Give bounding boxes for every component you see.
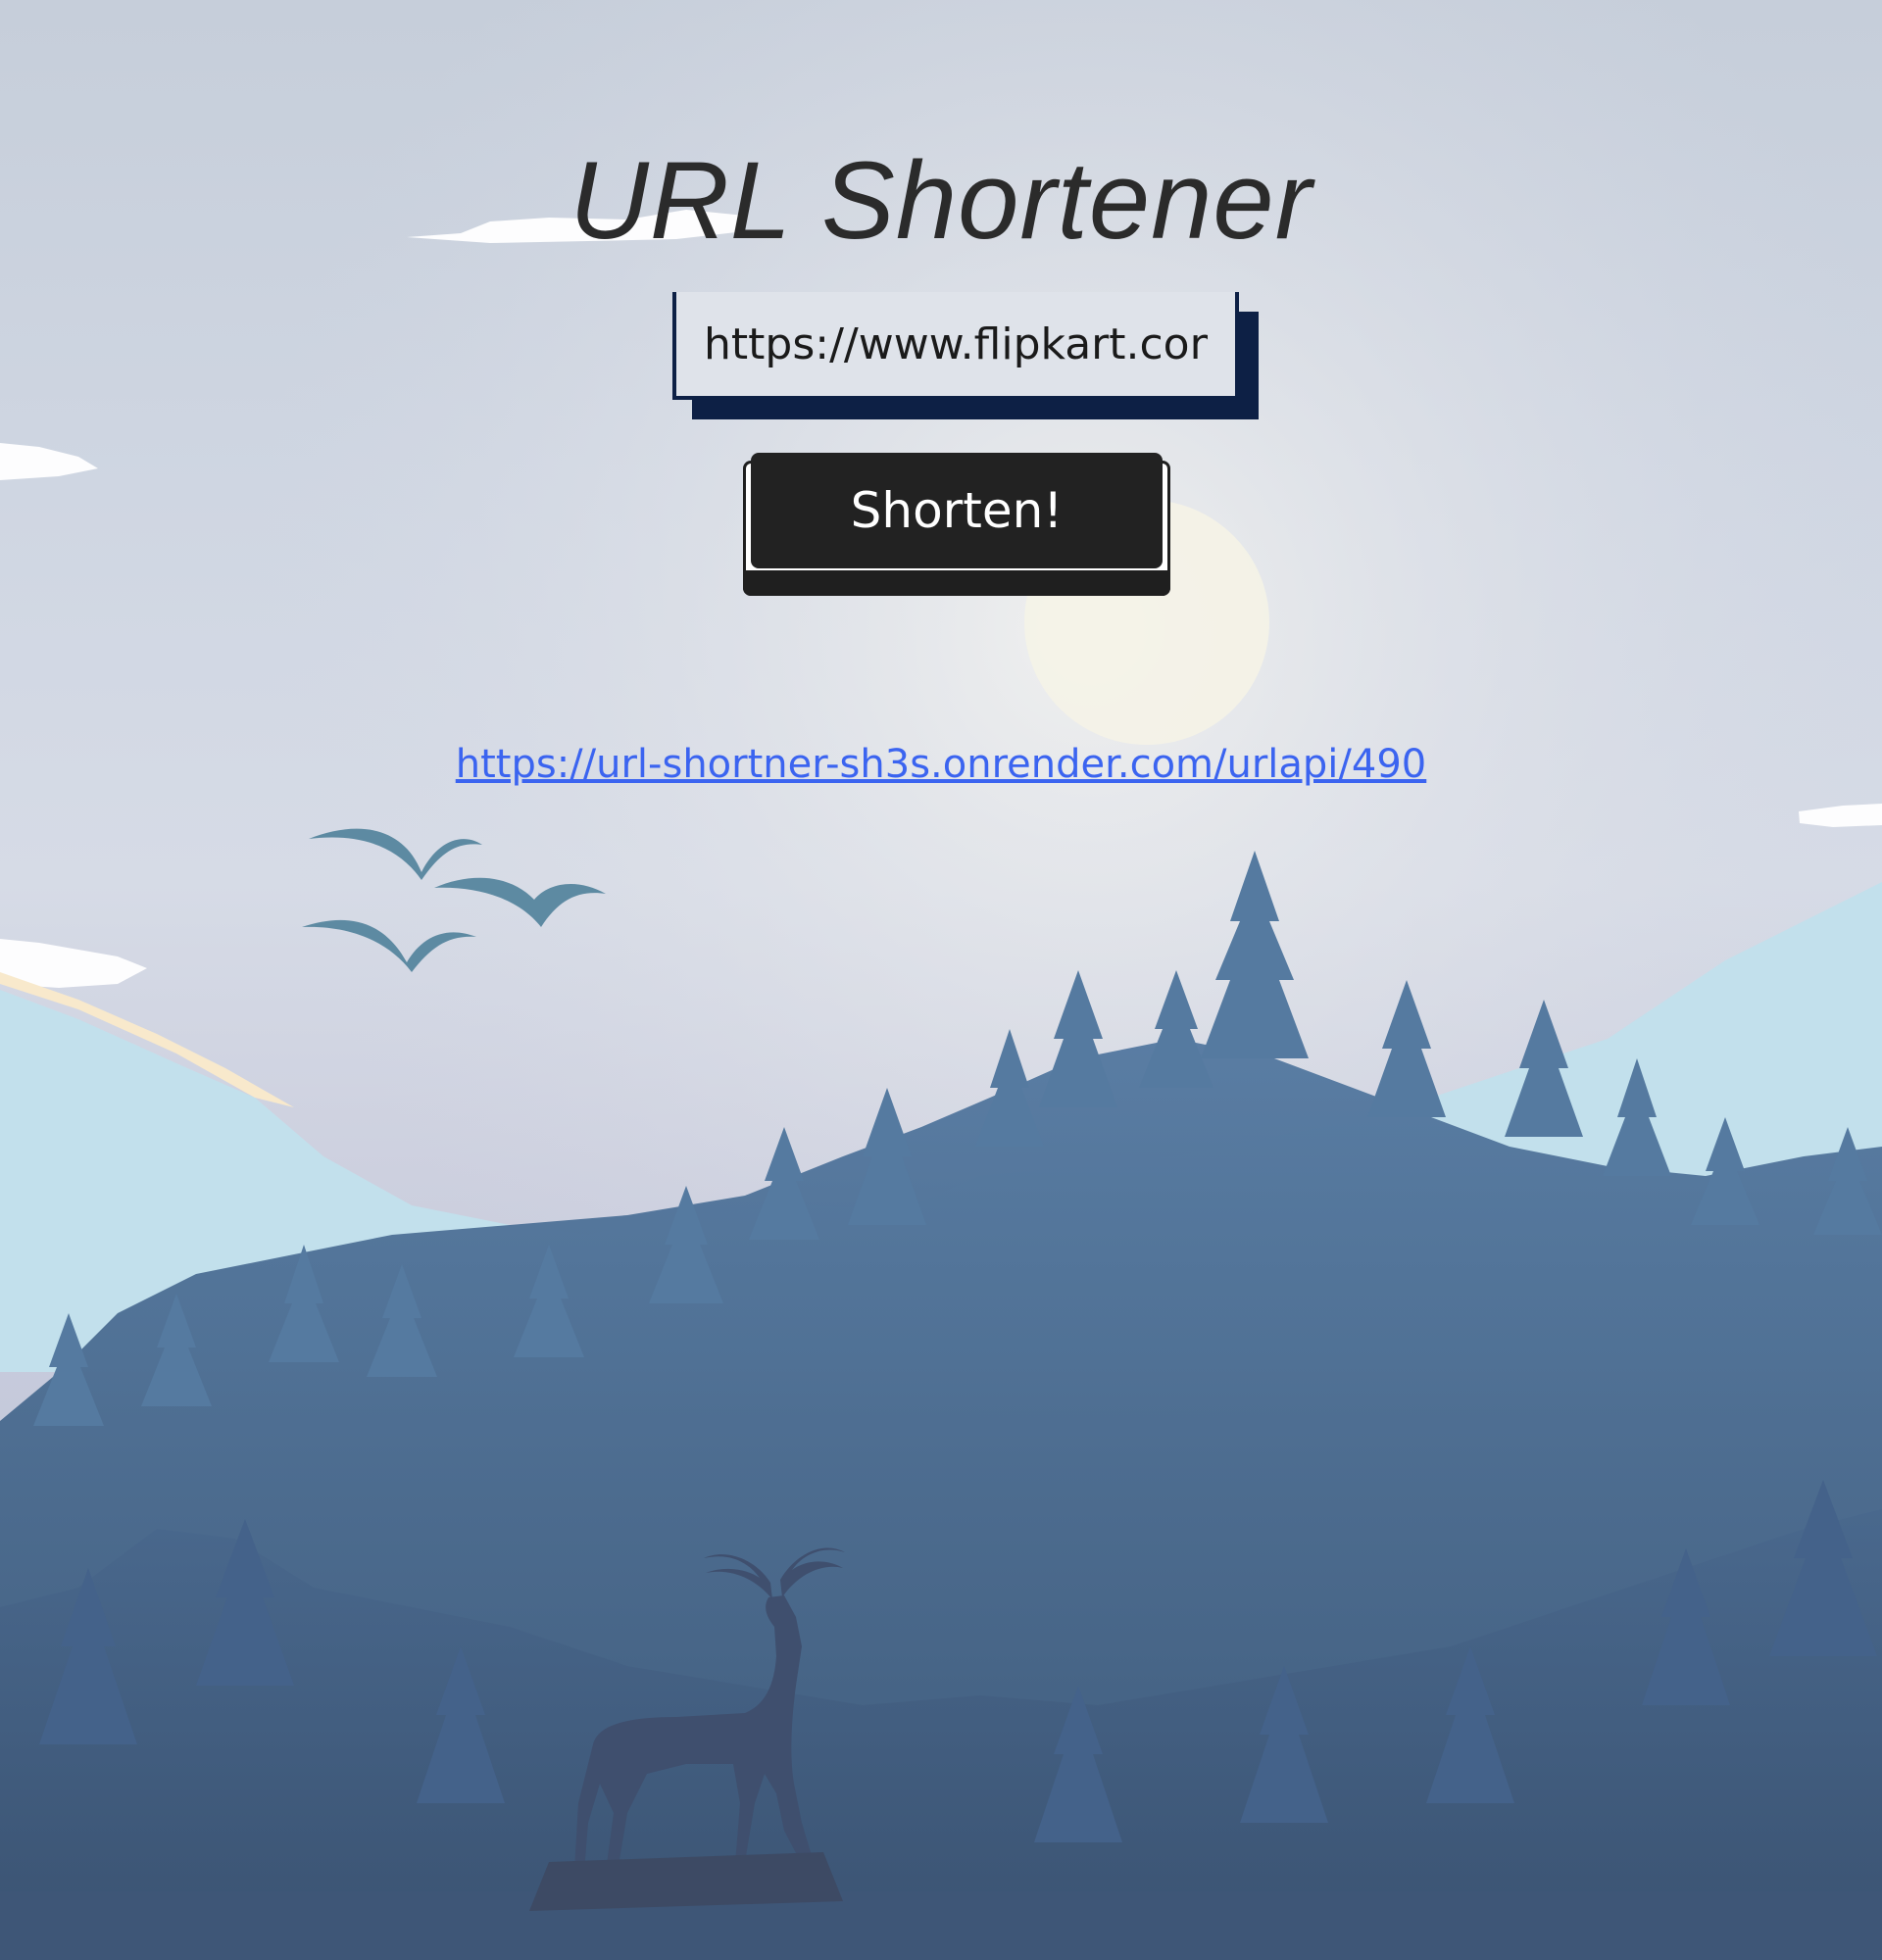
button-shadow-bottom — [743, 570, 1170, 596]
url-input[interactable] — [672, 292, 1239, 400]
shorten-button[interactable]: Shorten! — [751, 453, 1163, 568]
result-container: https://url-shortner-sh3s.onrender.com/u… — [0, 737, 1882, 792]
short-url-link[interactable]: https://url-shortner-sh3s.onrender.com/u… — [456, 742, 1427, 787]
shorten-button-container: Shorten! — [743, 453, 1170, 598]
url-input-container — [672, 292, 1259, 419]
page: URL Shortener Shorten! https://url-short… — [0, 0, 1882, 1960]
page-title: URL Shortener — [569, 139, 1312, 262]
